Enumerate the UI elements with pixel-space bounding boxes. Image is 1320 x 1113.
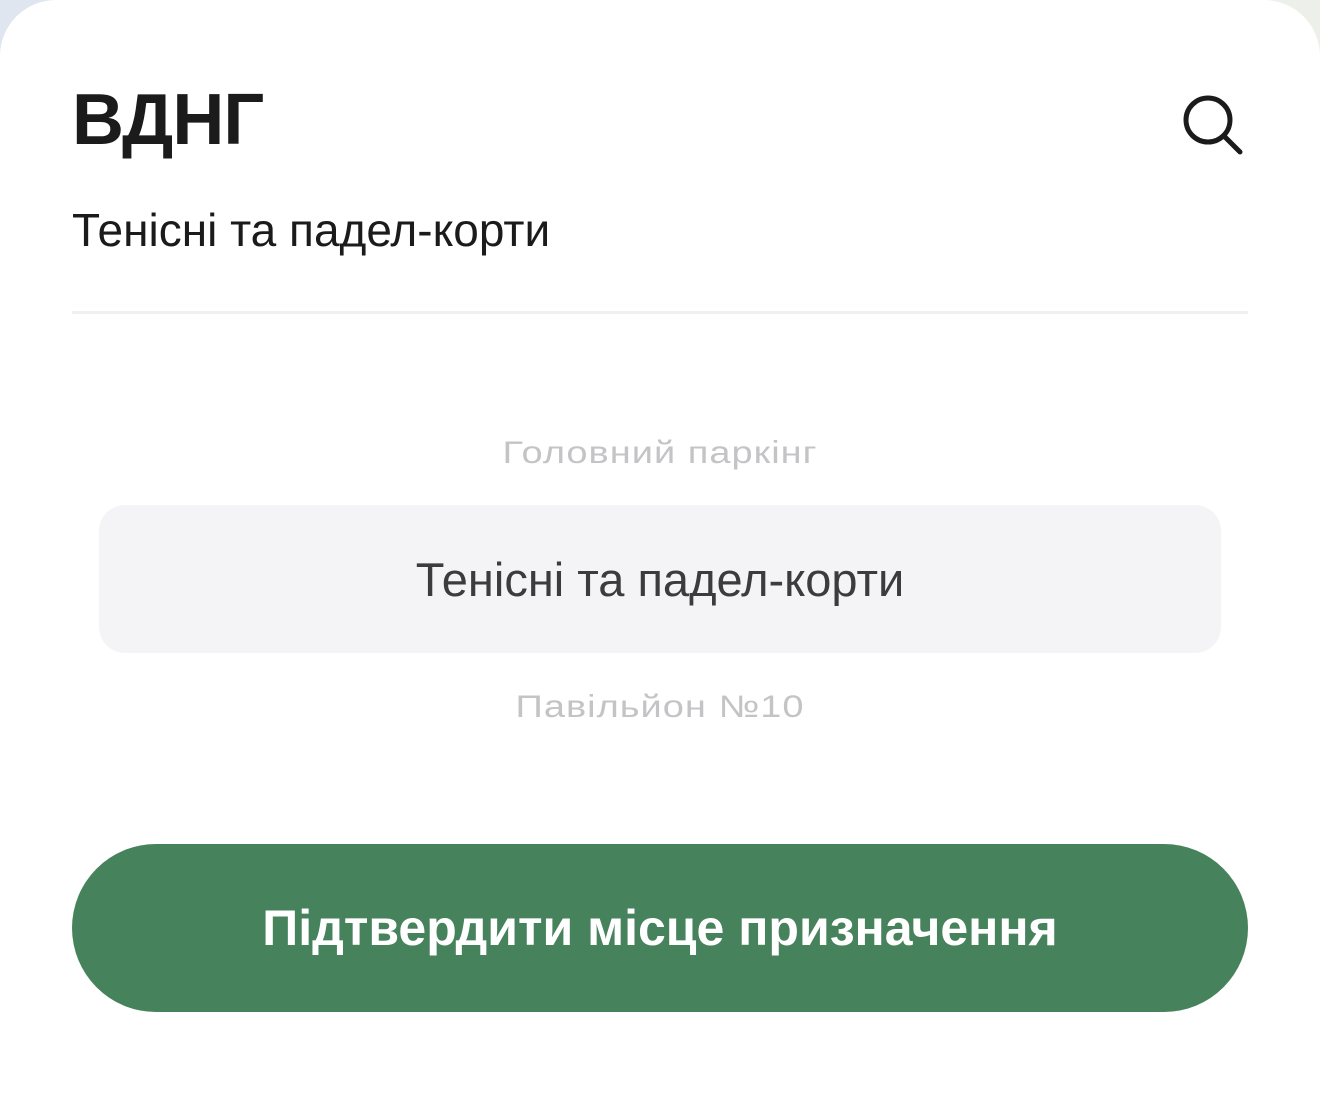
page-title: ВДНГ: [72, 80, 264, 160]
destination-picker[interactable]: Головний паркінг Тенісні та падел-корти …: [0, 410, 1320, 750]
divider: [72, 311, 1248, 314]
picker-selected-label: Тенісні та падел-корти: [415, 552, 905, 606]
picker-option-next[interactable]: Павільйон №10: [0, 690, 1320, 725]
selected-destination-label: Тенісні та падел-корти: [72, 204, 551, 256]
search-button[interactable]: [1176, 88, 1248, 160]
confirm-destination-button[interactable]: Підтвердити місце призначення: [72, 844, 1248, 1012]
picker-option-previous[interactable]: Головний паркінг: [0, 436, 1320, 471]
search-icon: [1183, 95, 1243, 155]
picker-option-selected[interactable]: Тенісні та падел-корти: [99, 505, 1221, 653]
destination-sheet: ВДНГ Тенісні та падел-корти Головний пар…: [0, 0, 1320, 1113]
